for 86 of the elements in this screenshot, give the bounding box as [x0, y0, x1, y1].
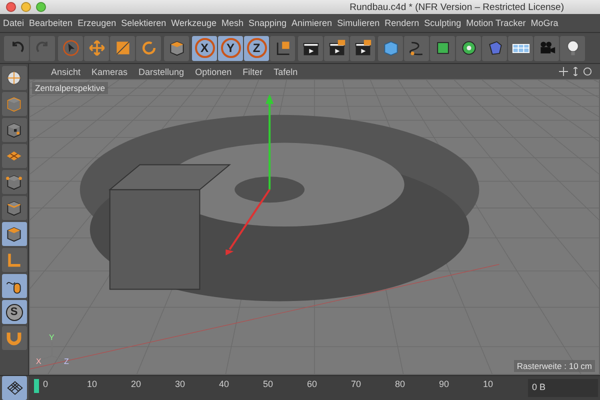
toolbar-button[interactable] [508, 36, 533, 60]
flower-icon [460, 39, 478, 57]
frame-number: 10 [483, 378, 494, 391]
menu-item[interactable]: Selektieren [121, 18, 166, 28]
viewport-menu-item[interactable]: Darstellung [138, 66, 184, 76]
rotate-icon [140, 39, 158, 57]
cube-icon [382, 39, 400, 57]
cube-edges-icon [5, 199, 23, 217]
frame-number: 20 [131, 378, 142, 391]
frame-number: 80 [395, 378, 406, 391]
frame-number: 90 [439, 378, 450, 391]
tool-palette-button[interactable] [2, 248, 26, 272]
axis-lock-button[interactable]: Y [218, 36, 243, 60]
scale-icon [114, 39, 132, 57]
menu-item[interactable]: Werkzeuge [171, 18, 216, 28]
cube-face-icon [5, 225, 23, 243]
viewport-menu-item[interactable]: Tafeln [274, 66, 298, 76]
spline-pen-icon [408, 39, 426, 57]
menu-item[interactable]: MoGra [530, 18, 558, 28]
menu-item[interactable]: Animieren [292, 18, 332, 28]
frame-number: 0 [43, 378, 50, 391]
clapperboard-icon [328, 39, 346, 57]
playhead-marker[interactable] [34, 379, 39, 393]
frame-number: 70 [351, 378, 362, 391]
tool-palette-button[interactable] [2, 144, 26, 168]
arrow-cursor-icon [62, 39, 80, 57]
move-view-icon[interactable] [559, 67, 568, 76]
menu-item[interactable]: Datei [3, 18, 24, 28]
tool-palette-button[interactable] [2, 326, 26, 350]
tool-palette-button[interactable] [2, 196, 26, 220]
axis-icon [5, 251, 23, 269]
rotate-view-icon[interactable] [583, 67, 592, 76]
viewport-menu-item[interactable]: Kameras [92, 66, 128, 76]
tool-palette-button[interactable] [2, 222, 26, 246]
tool-palette-button[interactable] [2, 274, 26, 298]
toolbar-button[interactable] [350, 36, 375, 60]
menu-item[interactable]: Sculpting [424, 18, 462, 28]
toolbar-button[interactable] [456, 36, 481, 60]
tool-palette-button[interactable] [2, 66, 26, 90]
viewport-menu-item[interactable]: Optionen [195, 66, 232, 76]
toolbar-button[interactable] [298, 36, 323, 60]
toolbar-button[interactable] [324, 36, 349, 60]
viewport-menu-item[interactable]: Filter [242, 66, 263, 76]
frame-number: 40 [219, 378, 230, 391]
cube-outline-icon [5, 95, 23, 113]
menu-item[interactable]: Erzeugen [78, 18, 116, 28]
tool-palette-button[interactable] [2, 118, 26, 142]
frame-number: 60 [307, 378, 318, 391]
frame-number: 50 [263, 378, 274, 391]
globe-icon [5, 69, 23, 87]
menu-item[interactable]: Snapping [248, 18, 287, 28]
window-title: Rundbau.c4d * (NFR Version – Restricted License) [348, 2, 565, 12]
cube-points-icon [5, 173, 23, 191]
frame-number: 30 [175, 378, 186, 391]
zoom-view-icon[interactable] [571, 67, 580, 76]
menu-item[interactable]: Mesh [221, 18, 244, 28]
toolbar-button[interactable] [560, 36, 585, 60]
close-button[interactable] [6, 2, 16, 12]
checker-cube-icon [5, 121, 23, 139]
timeline-ruler[interactable]: 0 10 20 30 40 50 60 70 80 90 10 [29, 376, 526, 400]
clapperboard-icon [354, 39, 372, 57]
grid-spacing-label: Rasterweite : 10 cm [514, 360, 595, 372]
menu-item[interactable]: Bearbeiten [29, 18, 73, 28]
toolbar-button[interactable] [164, 36, 189, 60]
frame-number: 10 [87, 378, 98, 391]
tool-palette-button[interactable] [2, 376, 27, 400]
tool-palette-button[interactable] [2, 92, 26, 116]
zoom-button[interactable] [36, 2, 46, 12]
frame-field[interactable]: 0 B [528, 379, 598, 397]
viewport-menu-item[interactable]: Ansicht [51, 66, 81, 76]
menu-item[interactable]: Rendern [384, 18, 420, 28]
3d-viewport[interactable]: Zentralperspektive Rasterweite : 10 cm Y X Z [29, 79, 600, 375]
axis-gizmo-drawing: Y X Z [34, 330, 74, 366]
toolbar-button[interactable] [430, 36, 455, 60]
grid-icon [6, 379, 24, 397]
camera-label: Zentralperspektive [32, 82, 108, 94]
axis-lock-button[interactable]: X [192, 36, 217, 60]
move-arrows-icon [88, 39, 106, 57]
toolbar-button[interactable] [270, 36, 295, 60]
cube-icon [168, 39, 186, 57]
floor-plane-icon [512, 44, 530, 52]
menu-item[interactable]: Motion Tracker [466, 18, 526, 28]
tool-palette-button[interactable] [2, 170, 26, 194]
axis-lock-button[interactable]: Z [244, 36, 269, 60]
menu-item[interactable]: Simulieren [337, 18, 380, 28]
tool-palette-button[interactable]: S [2, 300, 26, 324]
